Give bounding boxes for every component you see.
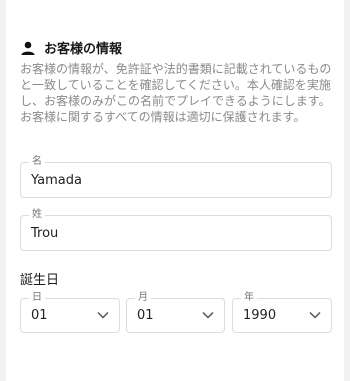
customer-info-card: お客様の情報 お客様の情報が、免許証や法的書類に記載されているものと一致している…	[6, 0, 344, 381]
last-name-value: Trou	[31, 226, 59, 241]
last-name-field[interactable]: 姓 Trou	[20, 209, 332, 251]
birth-year-label: 年	[241, 292, 257, 304]
birth-month-select[interactable]: 月 01	[126, 292, 225, 333]
chevron-down-icon	[309, 311, 321, 319]
first-name-label: 名	[29, 156, 45, 168]
person-icon	[21, 41, 35, 55]
chevron-down-icon	[97, 311, 109, 319]
birth-day-value: 01	[31, 308, 48, 323]
section-header: お客様の情報	[20, 38, 122, 57]
birthdate-heading: 誕生日	[20, 273, 60, 288]
birth-day-label: 日	[29, 292, 45, 304]
section-title: お客様の情報	[44, 42, 123, 57]
chevron-down-icon	[202, 311, 214, 319]
birth-year-select[interactable]: 年 1990	[232, 292, 332, 333]
first-name-value: Yamada	[31, 173, 82, 188]
section-description: お客様の情報が、免許証や法的書類に記載されているものと一致していることを確認して…	[20, 62, 332, 124]
last-name-label: 姓	[29, 209, 45, 221]
birth-month-label: 月	[135, 292, 151, 304]
birth-month-value: 01	[137, 308, 154, 323]
birth-year-value: 1990	[243, 308, 277, 323]
birth-day-select[interactable]: 日 01	[20, 292, 120, 333]
first-name-field[interactable]: 名 Yamada	[20, 156, 332, 198]
